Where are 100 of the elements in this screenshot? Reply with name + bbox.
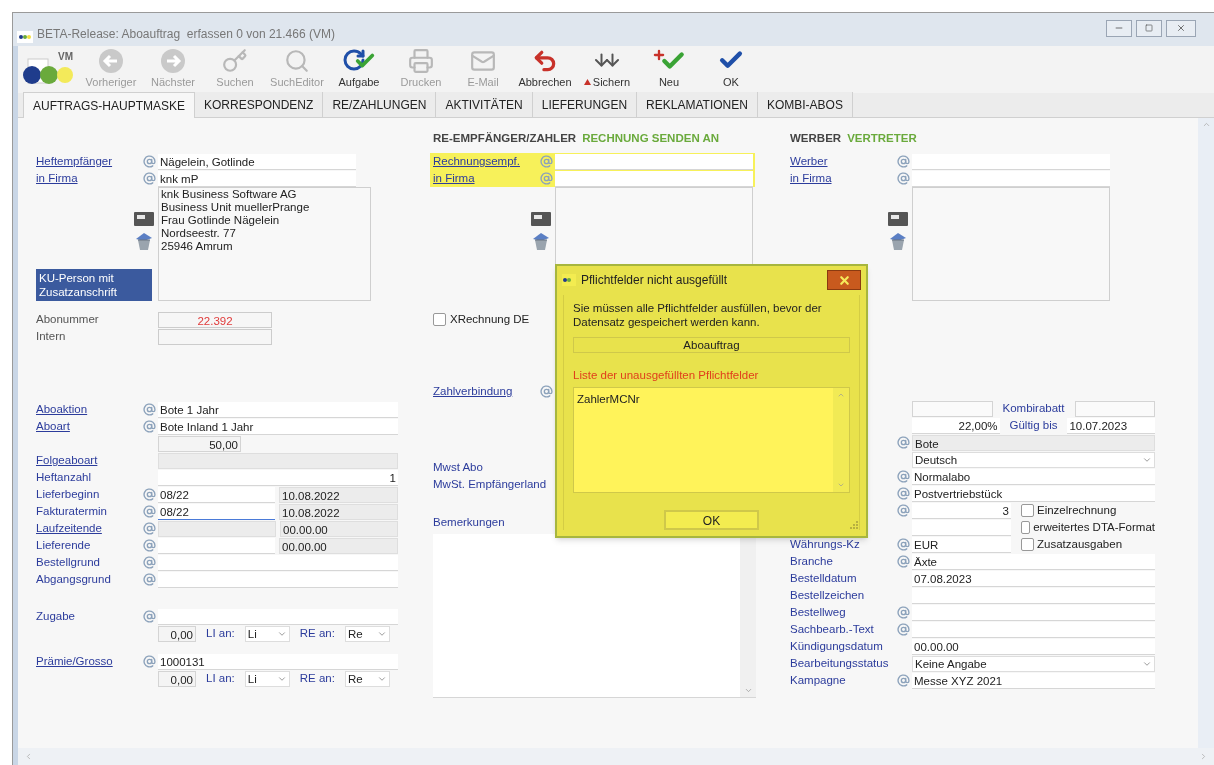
at-icon[interactable] [143, 505, 156, 518]
at-icon[interactable] [143, 488, 156, 501]
scroll-down-icon[interactable] [837, 481, 845, 489]
field-label[interactable]: Heftempfänger [36, 154, 113, 167]
card-icon[interactable] [134, 211, 154, 227]
input-field[interactable]: Nägelein, Gotlinde [158, 153, 356, 170]
input-field[interactable]: Normalabo [912, 468, 1155, 485]
input-field[interactable] [158, 328, 272, 345]
minimize-button[interactable] [1106, 19, 1132, 37]
input-field[interactable]: 00.00.00 [279, 537, 398, 554]
checkbox[interactable] [1021, 504, 1034, 517]
input-field[interactable]: 10.08.2022 [279, 503, 398, 520]
close-button[interactable] [1166, 19, 1196, 37]
input-field[interactable]: 22,00% [912, 417, 1000, 434]
tab[interactable]: KORRESPONDENZ [195, 92, 324, 117]
dropdown[interactable]: Li [244, 625, 290, 642]
input-field[interactable] [555, 153, 753, 170]
at-icon[interactable] [897, 470, 910, 483]
tab[interactable]: RE/ZAHLUNGEN [323, 92, 437, 117]
input-field[interactable] [912, 604, 1155, 621]
input-field[interactable]: 08/22 [158, 486, 275, 503]
field-label[interactable]: Aboart [36, 419, 70, 432]
tab[interactable]: KOMBI-ABOS [757, 92, 853, 117]
input-field[interactable]: Äxte [912, 553, 1155, 570]
at-icon[interactable] [143, 403, 156, 416]
scroll-up-icon[interactable] [1201, 120, 1211, 129]
toolbar-button[interactable]: OK [700, 47, 762, 93]
at-icon[interactable] [897, 155, 910, 168]
checkbox[interactable] [1021, 521, 1031, 534]
checkbox[interactable] [1021, 538, 1034, 551]
input-field[interactable] [912, 400, 993, 417]
field-label[interactable]: Zahlverbindung [433, 384, 513, 397]
at-icon[interactable] [143, 539, 156, 552]
field-label[interactable]: in Firma [433, 171, 475, 184]
dropdown[interactable]: Deutsch [912, 451, 1155, 468]
scroll-up-icon[interactable] [837, 391, 845, 399]
at-icon[interactable] [540, 172, 553, 185]
at-icon[interactable] [897, 504, 910, 517]
checkbox-label[interactable]: Zusatzausgaben [1037, 535, 1123, 554]
input-field[interactable] [158, 571, 398, 588]
notes-textarea[interactable] [433, 534, 756, 698]
at-icon[interactable] [143, 172, 156, 185]
horizontal-scrollbar[interactable] [18, 748, 1214, 765]
field-label[interactable]: Laufzeitende [36, 521, 102, 534]
card-icon[interactable] [531, 211, 551, 227]
scroll-down-icon[interactable] [743, 686, 753, 695]
at-icon[interactable] [540, 385, 553, 398]
input-field[interactable]: 50,00 [158, 435, 241, 452]
at-icon[interactable] [897, 538, 910, 551]
address-box[interactable]: knk Business Software AG Business Unit muellerPrange Frau Gotlinde Nägelein Nordseestr. 77 25946 Amrum [158, 187, 371, 301]
input-field[interactable]: Bote 1 Jahr [158, 401, 398, 418]
at-icon[interactable] [897, 436, 910, 449]
at-icon[interactable] [897, 623, 910, 636]
toolbar-button[interactable]: Abbrechen [514, 47, 576, 93]
card-icon[interactable] [888, 211, 908, 227]
toolbar-button[interactable]: Sichern [576, 47, 638, 93]
input-field[interactable] [912, 621, 1155, 638]
at-icon[interactable] [897, 555, 910, 568]
input-field[interactable]: 3 [912, 502, 1011, 519]
trash-icon[interactable] [531, 231, 551, 251]
at-icon[interactable] [143, 420, 156, 433]
field-label[interactable]: Werber [790, 154, 828, 167]
input-field[interactable] [912, 170, 1110, 187]
input-field[interactable]: 0,00 [158, 670, 196, 687]
input-field[interactable]: 10.07.2023 [1067, 417, 1155, 434]
field-label[interactable]: Folgeaboart [36, 453, 98, 466]
dropdown[interactable]: Keine Angabe [912, 655, 1155, 672]
maximize-button[interactable] [1136, 19, 1162, 37]
input-field[interactable]: 00.00.00 [280, 520, 398, 537]
at-icon[interactable] [143, 573, 156, 586]
input-field[interactable] [1074, 400, 1155, 417]
input-field[interactable]: 08/22 [158, 503, 275, 520]
input-field[interactable] [912, 153, 1110, 170]
list-item[interactable]: ZahlerMCNr [577, 391, 830, 409]
vertical-scrollbar[interactable] [1198, 118, 1214, 748]
input-field[interactable]: 1 [158, 469, 398, 486]
input-field[interactable] [158, 608, 398, 625]
input-field[interactable]: 10.08.2022 [279, 486, 398, 503]
at-icon[interactable] [897, 674, 910, 687]
scroll-left-icon[interactable] [24, 752, 33, 761]
contact-person-button[interactable]: KU-Person mit Zusatzanschrift [36, 269, 152, 301]
close-button[interactable] [827, 270, 861, 291]
at-icon[interactable] [143, 155, 156, 168]
tab[interactable]: LIEFERUNGEN [532, 92, 638, 117]
tab[interactable]: AUFTRAGS-HAUPTMASKE [23, 92, 195, 118]
input-field[interactable] [158, 554, 398, 571]
input-field[interactable]: Postvertriebstück [912, 485, 1155, 502]
at-icon[interactable] [143, 610, 156, 623]
input-field[interactable] [555, 170, 753, 187]
input-field[interactable]: knk mP [158, 170, 356, 187]
tab[interactable]: REKLAMATIONEN [637, 92, 758, 117]
checkbox-label[interactable]: erweitertes DTA-Format [1033, 518, 1155, 537]
tab[interactable]: AKTIVITÄTEN [436, 92, 533, 117]
input-field[interactable] [912, 587, 1155, 604]
input-field[interactable]: 00.00.00 [912, 638, 1155, 655]
dropdown[interactable]: Li [244, 670, 290, 687]
field-label[interactable]: in Firma [36, 171, 78, 184]
input-field[interactable]: Bote [912, 434, 1155, 451]
input-field[interactable]: 1000131 [158, 653, 398, 670]
at-icon[interactable] [143, 522, 156, 535]
